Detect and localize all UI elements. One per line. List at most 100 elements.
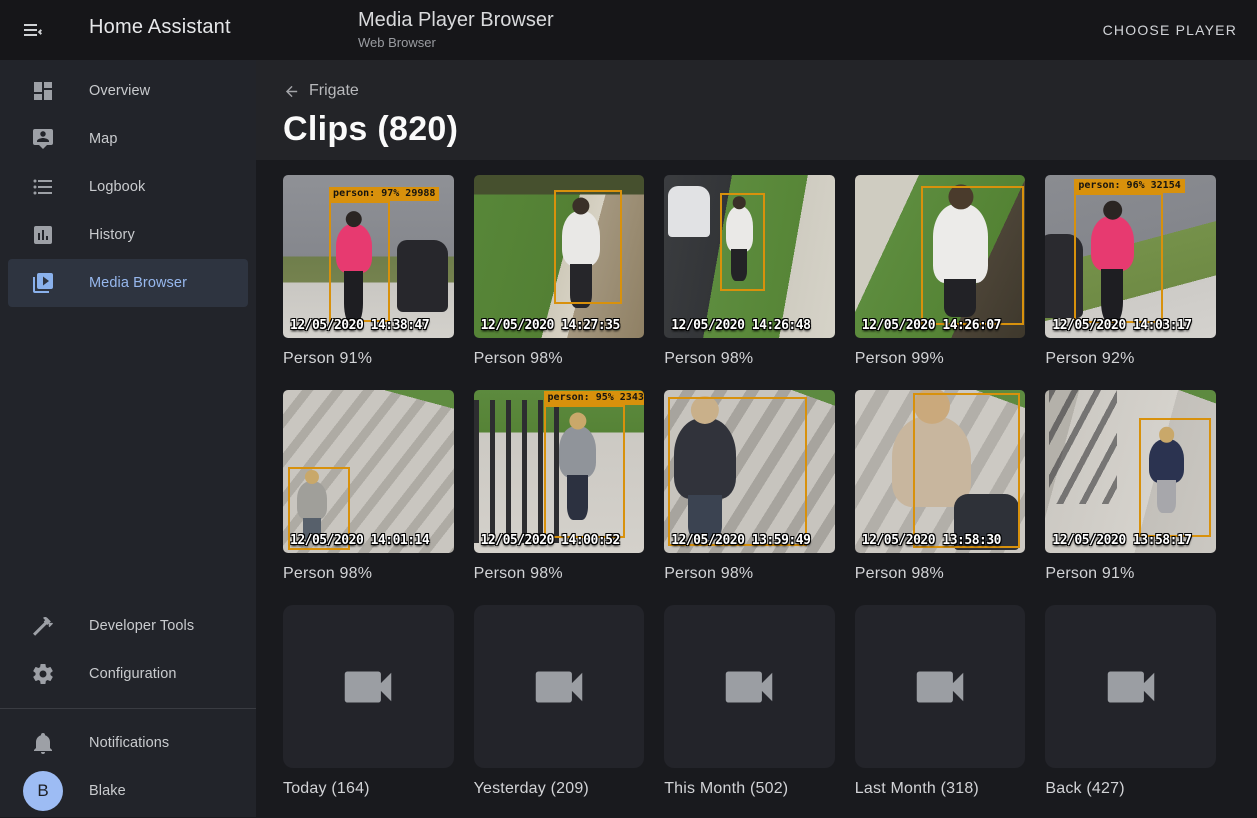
sidebar-item-configuration[interactable]: Configuration bbox=[8, 650, 248, 698]
clip-timestamp: 12/05/2020 14:27:35 bbox=[481, 318, 620, 333]
sidebar-item-notifications[interactable]: Notifications bbox=[8, 719, 248, 767]
list-icon bbox=[31, 175, 55, 199]
clip-caption: Person 98% bbox=[283, 565, 454, 583]
video-camera-icon bbox=[909, 656, 971, 718]
car-shape bbox=[668, 186, 711, 237]
sidebar-item-label: Configuration bbox=[89, 666, 177, 682]
detection-label: person: 96% 32154 bbox=[1074, 179, 1184, 193]
stroller-shape bbox=[397, 240, 448, 312]
choose-player-button[interactable]: CHOOSE PLAYER bbox=[1103, 0, 1237, 60]
clip-thumbnail: person: 97% 29988 12/05/2020 14:38:47 bbox=[283, 175, 454, 338]
arrow-left-icon bbox=[283, 83, 300, 100]
clip-card[interactable]: 12/05/2020 14:26:07 Person 99% bbox=[855, 175, 1026, 368]
detection-box: person: 95% 23432 bbox=[544, 405, 626, 539]
clip-timestamp: 12/05/2020 14:00:52 bbox=[481, 533, 620, 548]
user-name: Blake bbox=[89, 783, 126, 799]
clip-caption: Person 98% bbox=[664, 350, 835, 368]
sidebar-item-history[interactable]: History bbox=[8, 211, 248, 259]
clip-thumbnail: 12/05/2020 14:27:35 bbox=[474, 175, 645, 338]
video-camera-icon bbox=[1100, 656, 1162, 718]
clip-caption: Person 98% bbox=[664, 565, 835, 583]
clip-timestamp: 12/05/2020 14:26:07 bbox=[862, 318, 1001, 333]
sidebar-item-map[interactable]: Map bbox=[8, 115, 248, 163]
clip-card[interactable]: 12/05/2020 14:27:35 Person 98% bbox=[474, 175, 645, 368]
map-account-icon bbox=[31, 127, 55, 151]
breadcrumb-label: Frigate bbox=[309, 82, 359, 100]
clip-thumbnail: 12/05/2020 13:59:49 bbox=[664, 390, 835, 553]
detection-box bbox=[921, 186, 1023, 325]
sidebar-item-user-profile[interactable]: B Blake bbox=[8, 767, 248, 815]
sidebar-item-label: Logbook bbox=[89, 179, 145, 195]
media-browser-title: Media Player Browser bbox=[358, 9, 554, 32]
folder-card-this-month[interactable]: This Month (502) bbox=[664, 605, 835, 798]
sidebar-toggle-button[interactable] bbox=[21, 18, 45, 42]
sidebar-item-label: History bbox=[89, 227, 135, 243]
play-box-multiple-icon bbox=[31, 271, 55, 295]
breadcrumb-back[interactable]: Frigate bbox=[283, 60, 359, 100]
gear-icon bbox=[31, 662, 55, 686]
sidebar-item-overview[interactable]: Overview bbox=[8, 67, 248, 115]
clip-card[interactable]: 12/05/2020 13:59:49 Person 98% bbox=[664, 390, 835, 583]
railing-shadow-shape bbox=[1049, 390, 1117, 504]
menu-open-icon bbox=[21, 18, 45, 42]
folder-label: Today (164) bbox=[283, 780, 454, 798]
clip-thumbnail: 12/05/2020 13:58:17 bbox=[1045, 390, 1216, 553]
folder-label: Back (427) bbox=[1045, 780, 1216, 798]
clip-thumbnail: 12/05/2020 14:26:48 bbox=[664, 175, 835, 338]
clip-card[interactable]: 12/05/2020 14:01:14 Person 98% bbox=[283, 390, 454, 583]
clip-timestamp: 12/05/2020 14:03:17 bbox=[1052, 318, 1191, 333]
content-header: Frigate Clips (820) bbox=[256, 60, 1257, 160]
folder-thumbnail bbox=[855, 605, 1026, 768]
folder-thumbnail bbox=[1045, 605, 1216, 768]
folder-label: This Month (502) bbox=[664, 780, 835, 798]
detection-box bbox=[668, 397, 808, 547]
clip-card[interactable]: person: 97% 29988 12/05/2020 14:38:47 Pe… bbox=[283, 175, 454, 368]
media-browser-subtitle: Web Browser bbox=[358, 35, 554, 50]
clip-timestamp: 12/05/2020 13:58:30 bbox=[862, 533, 1001, 548]
folder-thumbnail bbox=[283, 605, 454, 768]
sidebar-item-developer-tools[interactable]: Developer Tools bbox=[8, 602, 248, 650]
app-title: Home Assistant bbox=[89, 16, 231, 39]
detection-box bbox=[1139, 418, 1211, 537]
sidebar-item-label: Map bbox=[89, 131, 118, 147]
folder-thumbnail bbox=[474, 605, 645, 768]
clips-grid: person: 97% 29988 12/05/2020 14:38:47 Pe… bbox=[256, 160, 1257, 818]
clip-card[interactable]: 12/05/2020 13:58:17 Person 91% bbox=[1045, 390, 1216, 583]
clip-caption: Person 91% bbox=[283, 350, 454, 368]
clip-card[interactable]: 12/05/2020 14:26:48 Person 98% bbox=[664, 175, 835, 368]
video-camera-icon bbox=[718, 656, 780, 718]
clip-timestamp: 12/05/2020 14:26:48 bbox=[671, 318, 810, 333]
media-browser-panel: Frigate Clips (820) person: 97% 29988 12… bbox=[256, 60, 1257, 817]
page-title: Clips (820) bbox=[283, 110, 1257, 149]
folder-label: Yesterday (209) bbox=[474, 780, 645, 798]
detection-box: person: 97% 29988 bbox=[329, 201, 390, 322]
folder-card-yesterday[interactable]: Yesterday (209) bbox=[474, 605, 645, 798]
app-top-bar: Home Assistant Media Player Browser Web … bbox=[0, 0, 1257, 60]
clip-timestamp: 12/05/2020 13:58:17 bbox=[1052, 533, 1191, 548]
clip-thumbnail: 12/05/2020 14:01:14 bbox=[283, 390, 454, 553]
clip-card[interactable]: person: 96% 32154 12/05/2020 14:03:17 Pe… bbox=[1045, 175, 1216, 368]
detection-box bbox=[720, 193, 764, 291]
folder-card-last-month[interactable]: Last Month (318) bbox=[855, 605, 1026, 798]
sidebar-item-label: Notifications bbox=[89, 735, 169, 751]
clip-caption: Person 98% bbox=[474, 565, 645, 583]
clip-card[interactable]: person: 95% 23432 12/05/2020 14:00:52 Pe… bbox=[474, 390, 645, 583]
sidebar-divider bbox=[0, 708, 256, 709]
clip-card[interactable]: 12/05/2020 13:58:30 Person 98% bbox=[855, 390, 1026, 583]
clip-thumbnail: person: 95% 23432 12/05/2020 14:00:52 bbox=[474, 390, 645, 553]
folder-card-back[interactable]: Back (427) bbox=[1045, 605, 1216, 798]
sidebar-item-media-browser[interactable]: Media Browser bbox=[8, 259, 248, 307]
folder-card-today[interactable]: Today (164) bbox=[283, 605, 454, 798]
detection-box bbox=[913, 393, 1020, 548]
clip-caption: Person 98% bbox=[474, 350, 645, 368]
clip-caption: Person 99% bbox=[855, 350, 1026, 368]
dashboard-icon bbox=[31, 79, 55, 103]
sidebar-item-label: Media Browser bbox=[89, 275, 187, 291]
sidebar-item-logbook[interactable]: Logbook bbox=[8, 163, 248, 211]
avatar: B bbox=[23, 771, 63, 811]
clip-timestamp: 12/05/2020 13:59:49 bbox=[671, 533, 810, 548]
clip-thumbnail: 12/05/2020 13:58:30 bbox=[855, 390, 1026, 553]
detection-label: person: 95% 23432 bbox=[544, 391, 645, 405]
video-camera-icon bbox=[528, 656, 590, 718]
sidebar: Overview Map Logbook History Media Brows… bbox=[0, 60, 256, 817]
